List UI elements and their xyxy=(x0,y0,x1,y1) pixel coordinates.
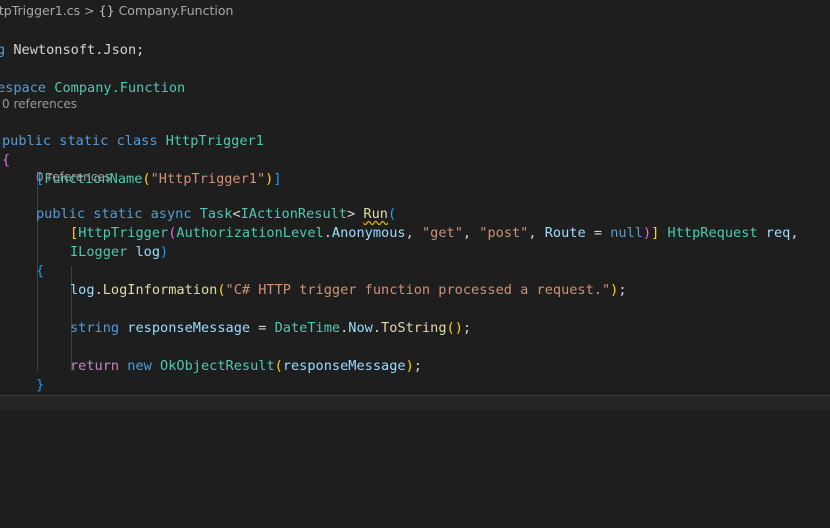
code-line-brace-open[interactable]: { xyxy=(2,132,10,168)
code-line-response-message[interactable]: string responseMessage = DateTime.Now.To… xyxy=(70,300,471,336)
code-line-http-trigger-param[interactable]: [HttpTrigger(AuthorizationLevel.Anonymou… xyxy=(70,205,799,241)
code-line-method-brace-open[interactable]: { xyxy=(36,243,44,279)
bottom-panel xyxy=(0,410,830,528)
code-line-brace-close[interactable]: } xyxy=(2,376,10,395)
code-line-logger-param[interactable]: ILogger log) xyxy=(70,224,168,260)
codelens-references[interactable]: 0 references xyxy=(36,169,111,185)
code-line-using[interactable]: g Newtonsoft.Json; xyxy=(0,22,144,58)
code-line-attribute[interactable]: [FunctionName("HttpTrigger1")] xyxy=(36,151,282,187)
code-editor[interactable]: g Newtonsoft.Json; espace Company.Functi… xyxy=(0,22,830,395)
breadcrumb-file[interactable]: ttpTrigger1.cs xyxy=(0,0,80,22)
panel-sash[interactable] xyxy=(0,395,830,410)
namespace-icon: {} xyxy=(98,3,115,18)
code-line-method-brace-close[interactable]: } xyxy=(36,357,44,393)
codelens-references[interactable]: 0 references xyxy=(2,96,77,112)
breadcrumb-symbol[interactable]: Company.Function xyxy=(119,0,234,22)
chevron-right-icon: > xyxy=(84,3,95,18)
code-line-namespace[interactable]: espace Company.Function xyxy=(0,60,185,96)
code-line-log-information[interactable]: log.LogInformation("C# HTTP trigger func… xyxy=(70,262,627,298)
breadcrumb: ttpTrigger1.cs >{} Company.Function xyxy=(0,0,830,22)
code-line-return[interactable]: return new OkObjectResult(responseMessag… xyxy=(70,338,422,374)
code-line-class[interactable]: public static class HttpTrigger1 xyxy=(2,113,264,149)
code-line-method-signature[interactable]: public static async Task<IActionResult> … xyxy=(36,186,396,222)
